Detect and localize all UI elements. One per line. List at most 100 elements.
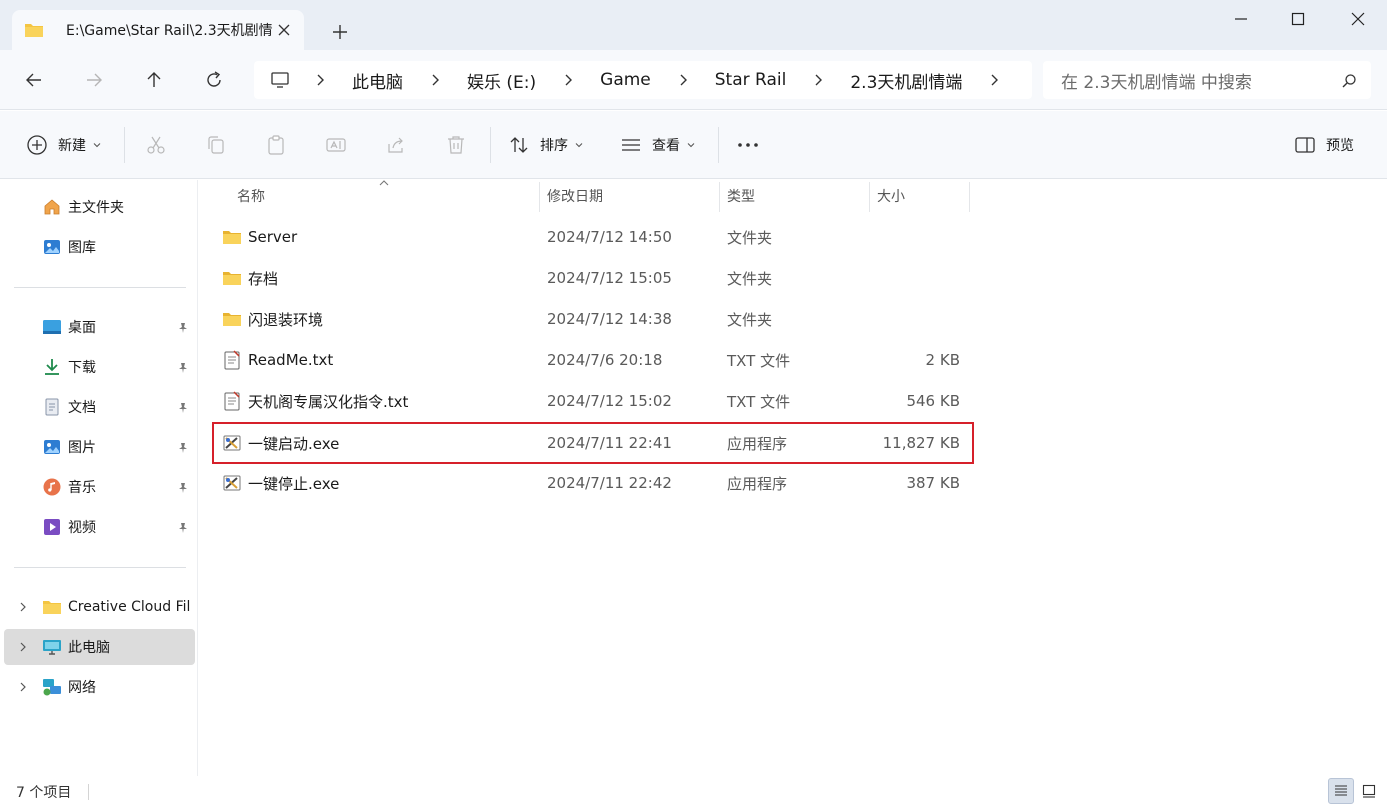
sidebar-item-creative-cloud[interactable]: Creative Cloud Fil	[4, 589, 195, 625]
address-bar[interactable]: 此电脑 娱乐 (E:) Game Star Rail 2.3天机剧情端	[254, 61, 1032, 99]
file-type: 文件夹	[727, 269, 773, 288]
chevron-right-icon[interactable]	[18, 641, 28, 653]
cut-button[interactable]	[145, 133, 167, 157]
sidebar-item-network[interactable]: 网络	[4, 669, 195, 705]
search-input[interactable]: 在 2.3天机剧情端 中搜索	[1043, 61, 1371, 99]
home-icon	[44, 199, 60, 215]
minimize-icon[interactable]	[1230, 8, 1252, 30]
forward-icon[interactable]	[84, 70, 104, 90]
sidebar-item-pictures[interactable]: 图片	[4, 429, 195, 465]
chevron-right-icon[interactable]	[18, 601, 28, 613]
rename-button[interactable]	[325, 133, 347, 157]
file-row[interactable]: 一键停止.exe 2024/7/11 22:42 应用程序 387 KB	[212, 463, 974, 503]
file-row-highlighted[interactable]: 一键启动.exe 2024/7/11 22:41 应用程序 11,827 KB	[212, 422, 974, 464]
details-view-button[interactable]	[1328, 778, 1354, 804]
sort-label: 排序	[540, 138, 568, 154]
chevron-right-icon[interactable]	[812, 73, 824, 87]
status-bar: 7 个项目	[0, 776, 1387, 806]
chevron-right-icon[interactable]	[677, 73, 689, 87]
copy-button[interactable]	[205, 133, 227, 157]
pin-icon[interactable]	[177, 522, 189, 534]
column-divider[interactable]	[969, 182, 970, 212]
status-divider	[88, 784, 89, 800]
file-row[interactable]: Server 2024/7/12 14:50 文件夹	[212, 217, 974, 257]
exe-icon	[223, 475, 241, 491]
pin-icon[interactable]	[177, 442, 189, 454]
file-name: 天机阁专属汉化指令.txt	[248, 392, 409, 411]
column-divider[interactable]	[869, 182, 870, 212]
up-icon[interactable]	[144, 70, 164, 90]
column-header-size[interactable]: 大小	[877, 180, 905, 212]
sidebar-item-home[interactable]: 主文件夹	[4, 189, 195, 225]
maximize-icon[interactable]	[1287, 8, 1309, 30]
view-label: 查看	[652, 138, 680, 154]
share-button[interactable]	[385, 133, 407, 157]
sort-button[interactable]: 排序	[508, 133, 584, 157]
music-icon	[43, 478, 61, 496]
file-type: TXT 文件	[727, 392, 791, 411]
tiles-view-button[interactable]	[1356, 778, 1382, 804]
close-window-icon[interactable]	[1347, 8, 1369, 30]
sidebar-item-music[interactable]: 音乐	[4, 469, 195, 505]
sidebar-item-label: 下载	[68, 360, 96, 376]
column-header-type[interactable]: 类型	[727, 180, 755, 212]
file-row[interactable]: 闪退装环境 2024/7/12 14:38 文件夹	[212, 299, 974, 339]
column-divider[interactable]	[719, 182, 720, 212]
new-button[interactable]: 新建	[26, 133, 102, 157]
gallery-icon	[44, 240, 60, 254]
chevron-right-icon[interactable]	[562, 73, 574, 87]
more-options-button[interactable]	[737, 133, 759, 157]
breadcrumb-this-pc[interactable]: 此电脑	[352, 68, 403, 93]
refresh-icon[interactable]	[204, 70, 224, 90]
sidebar-item-gallery[interactable]: 图库	[4, 229, 195, 265]
exe-icon	[223, 435, 241, 451]
new-tab-icon[interactable]	[330, 22, 350, 42]
pin-icon[interactable]	[177, 482, 189, 494]
preview-pane-button[interactable]: 预览	[1294, 133, 1354, 157]
chevron-right-icon[interactable]	[314, 73, 326, 87]
search-placeholder: 在 2.3天机剧情端 中搜索	[1061, 72, 1252, 93]
file-name: 存档	[248, 269, 279, 288]
chevron-down-icon	[93, 143, 101, 148]
column-header-date[interactable]: 修改日期	[547, 180, 603, 212]
file-row[interactable]: 存档 2024/7/12 15:05 文件夹	[212, 258, 974, 298]
delete-button[interactable]	[445, 133, 467, 157]
sidebar-item-this-pc[interactable]: 此电脑	[4, 629, 195, 665]
column-divider[interactable]	[539, 182, 540, 212]
sidebar-item-label: 网络	[68, 680, 96, 696]
column-header-name[interactable]: 名称	[237, 180, 265, 212]
sidebar-item-downloads[interactable]: 下载	[4, 349, 195, 385]
sidebar-item-desktop[interactable]: 桌面	[4, 309, 195, 345]
chevron-right-icon[interactable]	[988, 73, 1000, 87]
breadcrumb-drive-e[interactable]: 娱乐 (E:)	[467, 68, 536, 93]
breadcrumb-star-rail[interactable]: Star Rail	[715, 70, 787, 90]
sidebar-item-videos[interactable]: 视频	[4, 509, 195, 545]
file-type: 文件夹	[727, 310, 773, 329]
file-row[interactable]: ReadMe.txt 2024/7/6 20:18 TXT 文件 2 KB	[212, 340, 974, 380]
breadcrumb-game[interactable]: Game	[600, 70, 651, 90]
file-type: 应用程序	[727, 474, 788, 493]
tab-title: E:\Game\Star Rail\2.3天机剧情	[66, 23, 273, 39]
sidebar-item-documents[interactable]: 文档	[4, 389, 195, 425]
chevron-right-icon[interactable]	[18, 681, 28, 693]
chevron-right-icon[interactable]	[429, 73, 441, 87]
text-file-icon	[224, 391, 240, 411]
file-date: 2024/7/12 15:05	[547, 269, 672, 287]
pin-icon[interactable]	[177, 362, 189, 374]
sidebar-divider	[14, 567, 186, 568]
pin-icon[interactable]	[177, 322, 189, 334]
view-button[interactable]: 查看	[620, 133, 696, 157]
file-row[interactable]: 天机阁专属汉化指令.txt 2024/7/12 15:02 TXT 文件 546…	[212, 381, 974, 421]
search-icon[interactable]	[1341, 73, 1357, 89]
folder-icon	[223, 272, 241, 285]
breadcrumb-current-folder[interactable]: 2.3天机剧情端	[850, 68, 962, 93]
file-size: 387 KB	[906, 474, 960, 492]
back-icon[interactable]	[24, 70, 44, 90]
close-tab-icon[interactable]	[276, 22, 292, 38]
tab-current[interactable]: E:\Game\Star Rail\2.3天机剧情	[12, 10, 304, 50]
sidebar-item-label: 此电脑	[68, 640, 110, 656]
toolbar-divider	[124, 127, 125, 163]
computer-icon[interactable]	[270, 71, 290, 89]
paste-button[interactable]	[265, 133, 287, 157]
pin-icon[interactable]	[177, 402, 189, 414]
